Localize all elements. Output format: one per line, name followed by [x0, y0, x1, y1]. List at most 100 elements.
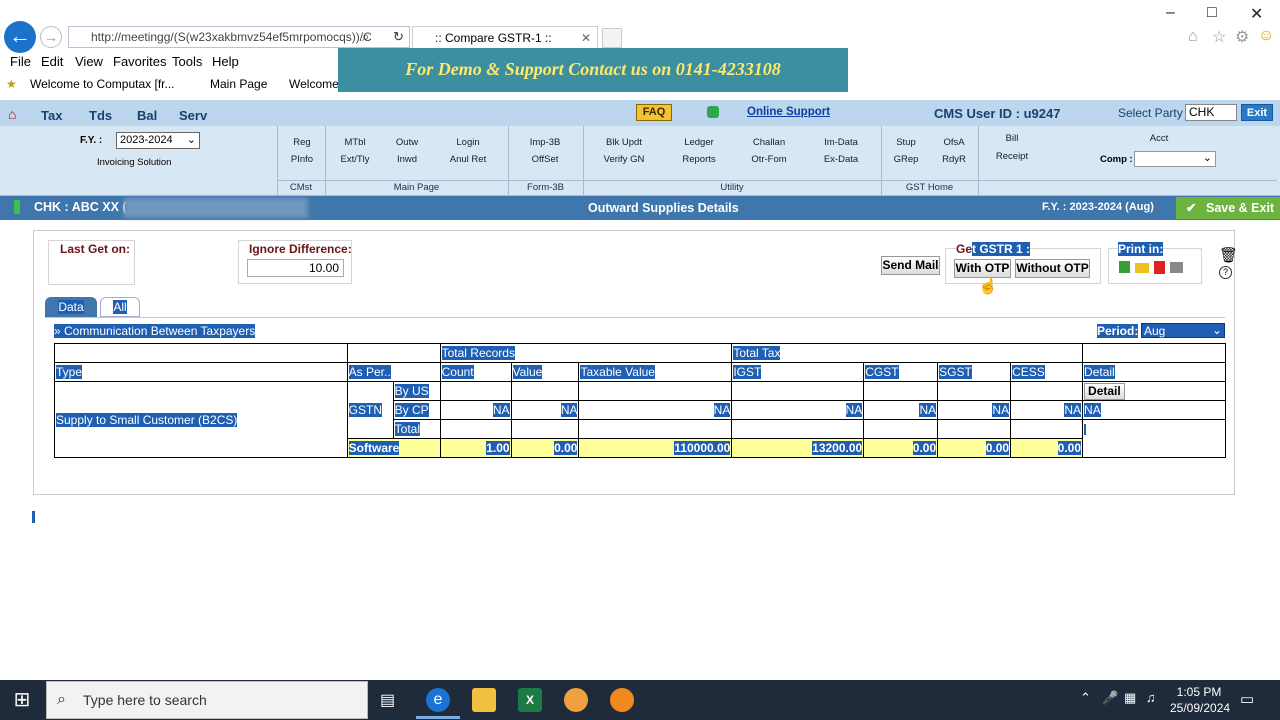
star-icon[interactable]: ☆: [1212, 27, 1226, 47]
software-value-value: 0.00: [554, 441, 578, 455]
excel-app-icon[interactable]: X: [518, 688, 542, 712]
tb-im-data[interactable]: Im-Data: [811, 137, 871, 148]
tb-reg[interactable]: Reg: [272, 137, 332, 148]
menu-tax[interactable]: Tax: [41, 108, 62, 123]
col-cgst-label: CGST: [865, 365, 899, 379]
tb-rdyr[interactable]: RdyR: [924, 154, 984, 165]
mail-icon[interactable]: [1135, 263, 1149, 273]
tb-reports[interactable]: Reports: [669, 154, 729, 165]
tb-ex-data[interactable]: Ex-Data: [811, 154, 871, 165]
excel-icon[interactable]: [1119, 261, 1130, 273]
minimize-icon[interactable]: –: [1166, 4, 1175, 22]
section-title: » Communication Between Taxpayers: [54, 324, 256, 338]
close-tab-icon[interactable]: ✕: [581, 27, 591, 49]
home-icon[interactable]: ⌂: [1188, 28, 1198, 46]
clock-date: 25/09/2024: [1170, 701, 1231, 715]
tb-imp-3b[interactable]: Imp-3B: [515, 137, 575, 148]
menu-favorites[interactable]: Favorites: [113, 54, 166, 69]
menu-view[interactable]: View: [75, 54, 103, 69]
home-icon[interactable]: ⌂: [8, 106, 16, 122]
tb-acct[interactable]: Acct: [1129, 133, 1189, 144]
tb-otr-fom[interactable]: Otr-Fom: [739, 154, 799, 165]
tab-data[interactable]: Data: [45, 297, 97, 317]
comp-select[interactable]: ⌄: [1134, 151, 1216, 167]
app-icon[interactable]: [564, 688, 588, 712]
tb-outw[interactable]: Outw: [377, 137, 437, 148]
file-explorer-icon[interactable]: [472, 688, 496, 712]
menu-help[interactable]: Help: [212, 54, 239, 69]
task-view-icon[interactable]: ▤: [380, 690, 395, 710]
tb-challan[interactable]: Challan: [739, 137, 799, 148]
smiley-icon[interactable]: ☺: [1258, 27, 1274, 45]
search-icon[interactable]: ⌕: [362, 29, 369, 45]
favorites-star-icon[interactable]: ★: [6, 77, 17, 91]
app-icon[interactable]: [610, 688, 634, 712]
address-input[interactable]: http://meetingg/(S(w23xakbmvz54ef5mrpomo…: [68, 26, 410, 48]
network-icon[interactable]: ▦: [1124, 690, 1136, 706]
tab-all[interactable]: All: [100, 297, 140, 317]
menu-file[interactable]: File: [10, 54, 31, 69]
microphone-icon[interactable]: 🎤: [1102, 690, 1118, 706]
volume-icon[interactable]: ♫: [1146, 690, 1156, 705]
windows-start-icon[interactable]: ⊞: [0, 680, 44, 720]
trash-icon[interactable]: 🗑: [1219, 246, 1238, 264]
tb-login[interactable]: Login: [438, 137, 498, 148]
tb-bill[interactable]: Bill: [982, 133, 1042, 144]
detail-button[interactable]: Detail: [1084, 382, 1125, 400]
software-cess: 0.00: [1010, 438, 1084, 458]
close-window-icon[interactable]: ✕: [1250, 4, 1263, 24]
menu-bal[interactable]: Bal: [137, 108, 157, 123]
new-tab-button[interactable]: [602, 28, 622, 48]
cms-user-id: CMS User ID : u9247: [934, 106, 1061, 121]
tb-ofsa[interactable]: OfsA: [924, 137, 984, 148]
clock[interactable]: 1:05 PM 25/09/2024: [1170, 684, 1231, 716]
tb-inwd[interactable]: Inwd: [377, 154, 437, 165]
tb-offset[interactable]: OffSet: [515, 154, 575, 165]
table-cell: [439, 381, 512, 401]
maximize-icon[interactable]: □: [1207, 4, 1217, 22]
send-mail-button[interactable]: Send Mail: [881, 256, 940, 275]
tb-anul-ret[interactable]: Anul Ret: [438, 154, 498, 165]
tb-blk-updt[interactable]: Blk Updt: [594, 137, 654, 148]
period-select[interactable]: Aug ⌄: [1141, 323, 1225, 338]
tb-receipt[interactable]: Receipt: [982, 151, 1042, 162]
without-otp-button[interactable]: Without OTP: [1015, 259, 1090, 278]
exit-button[interactable]: Exit: [1241, 104, 1273, 121]
fy-select[interactable]: 2023-2024 ⌄: [116, 132, 200, 149]
tb-mtbl[interactable]: MTbl: [325, 137, 385, 148]
menu-tools[interactable]: Tools: [172, 54, 202, 69]
period-value: Aug: [1144, 324, 1166, 338]
tb-pinfo[interactable]: PInfo: [272, 154, 332, 165]
forward-icon[interactable]: →: [40, 26, 62, 48]
fav-welcome[interactable]: Welcome: [289, 77, 339, 91]
pdf-icon[interactable]: [1154, 261, 1165, 274]
help-icon[interactable]: ?: [1219, 266, 1232, 279]
menu-edit[interactable]: Edit: [41, 54, 63, 69]
by-us-label: By US: [394, 384, 429, 398]
chevron-up-icon[interactable]: ⌃: [1080, 690, 1091, 706]
tb-verify-gn[interactable]: Verify GN: [594, 154, 654, 165]
software-cgst: 0.00: [863, 438, 939, 458]
type-cell: Supply to Small Customer (B2CS): [54, 381, 348, 458]
software-label: Software: [348, 441, 400, 455]
ie-icon[interactable]: e: [426, 688, 450, 712]
tb-ledger[interactable]: Ledger: [669, 137, 729, 148]
gear-icon[interactable]: ⚙: [1235, 27, 1249, 47]
notification-icon[interactable]: ▭: [1240, 690, 1254, 708]
taskbar-search[interactable]: ⌕ Type here to search: [46, 681, 368, 719]
printer-icon[interactable]: [1170, 262, 1183, 273]
tab-compare-gstr1[interactable]: :: Compare GSTR-1 :: ✕: [412, 26, 598, 50]
ignore-diff-input[interactable]: 10.00: [247, 259, 344, 277]
faq-button[interactable]: FAQ: [636, 104, 672, 121]
back-icon[interactable]: ←: [4, 21, 36, 53]
menu-tds[interactable]: Tds: [89, 108, 112, 123]
chevron-down-icon: ⌄: [1202, 152, 1212, 164]
online-support-link[interactable]: Online Support: [747, 106, 830, 118]
menu-serv[interactable]: Serv: [179, 108, 207, 123]
refresh-icon[interactable]: ↻: [393, 29, 404, 45]
party-input[interactable]: CHK: [1185, 104, 1237, 121]
fav-main-page[interactable]: Main Page: [210, 77, 267, 91]
tb-ext-tly[interactable]: Ext/Tly: [325, 154, 385, 165]
fav-welcome-computax[interactable]: Welcome to Computax [fr...: [30, 77, 175, 91]
save-exit-button[interactable]: ✔ Save & Exit: [1176, 197, 1280, 219]
